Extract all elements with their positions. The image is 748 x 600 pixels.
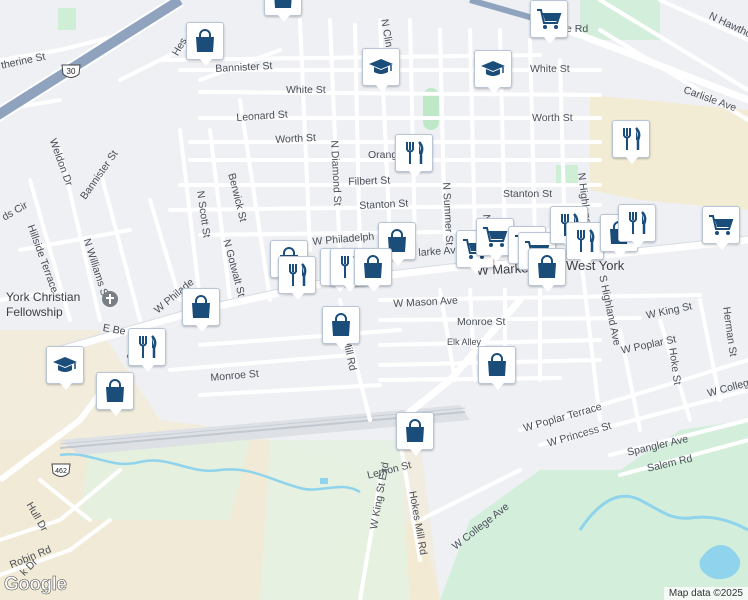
school-marker[interactable]	[474, 50, 512, 94]
grocery-marker[interactable]	[530, 0, 568, 44]
route-462-badge: 462	[51, 463, 71, 477]
fork-knife-icon	[577, 229, 595, 252]
graduation-cap-icon	[369, 59, 393, 74]
place-label-line: York Christian	[6, 290, 81, 304]
place-label-west-york: West York	[566, 258, 625, 273]
school-marker[interactable]	[362, 48, 400, 92]
shopping-bag-marker[interactable]	[96, 372, 134, 416]
restaurant-marker[interactable]	[566, 222, 604, 266]
street-label: Orang	[368, 149, 398, 161]
restaurant-marker[interactable]	[278, 256, 316, 300]
fork-knife-icon	[406, 141, 424, 164]
shopping-bag-icon	[196, 29, 214, 52]
shopping-bag-icon	[488, 353, 506, 376]
shopping-cart-icon	[709, 215, 734, 235]
shopping-bag-icon	[538, 255, 556, 278]
restaurant-marker[interactable]	[612, 120, 650, 164]
street-label: Stanton St	[359, 197, 409, 212]
street-label: White St	[530, 63, 570, 75]
street-label: Elk Alley	[447, 337, 482, 347]
google-logo: Google	[4, 574, 68, 596]
street-label: Stanton St	[503, 188, 553, 200]
map-canvas[interactable]: Hes Bannister St therine St White St Whi…	[0, 0, 748, 600]
shopping-bag-icon	[332, 313, 350, 336]
fork-knife-icon	[629, 211, 647, 234]
shopping-bag-marker[interactable]	[264, 0, 302, 22]
restaurant-marker[interactable]	[395, 134, 433, 178]
place-label-fellowship: York Christian Fellowship	[6, 290, 80, 320]
shopping-bag-marker[interactable]	[354, 248, 392, 292]
shopping-bag-marker[interactable]	[396, 412, 434, 456]
route-number: 30	[67, 67, 76, 76]
graduation-cap-icon	[481, 61, 505, 76]
shopping-bag-marker[interactable]	[478, 346, 516, 390]
fork-knife-icon	[623, 127, 641, 150]
route-number: 462	[55, 468, 67, 475]
shopping-bag-marker[interactable]	[186, 22, 224, 66]
street-label: e Rd	[566, 23, 589, 35]
shopping-bag-marker[interactable]	[182, 288, 220, 332]
restaurant-marker[interactable]	[618, 204, 656, 248]
shopping-bag-icon	[364, 255, 382, 278]
shopping-cart-icon	[483, 227, 508, 247]
shopping-bag-icon	[106, 379, 124, 402]
shopping-bag-marker[interactable]	[528, 248, 566, 292]
street-label: Worth St	[275, 131, 317, 146]
street-label: Filbert St	[348, 174, 391, 188]
shopping-cart-icon	[537, 9, 562, 29]
shopping-bag-icon	[406, 419, 424, 442]
place-label-line: Fellowship	[6, 305, 63, 319]
shopping-bag-marker[interactable]	[322, 306, 360, 350]
shopping-bag-icon	[274, 0, 292, 8]
shopping-bag-icon	[192, 295, 210, 318]
street-label: Worth St	[532, 112, 573, 124]
street-label: Monroe St	[457, 316, 506, 328]
fork-knife-icon	[289, 263, 307, 286]
restaurant-marker[interactable]	[128, 328, 166, 372]
graduation-cap-icon	[53, 357, 77, 372]
school-marker[interactable]	[46, 346, 84, 390]
street-label: White St	[286, 84, 326, 96]
map-attribution: Map data ©2025	[663, 587, 748, 600]
route-30-badge: 30	[61, 64, 81, 78]
fork-knife-icon	[139, 335, 157, 358]
church-icon	[102, 291, 118, 307]
grocery-marker[interactable]	[702, 206, 740, 250]
